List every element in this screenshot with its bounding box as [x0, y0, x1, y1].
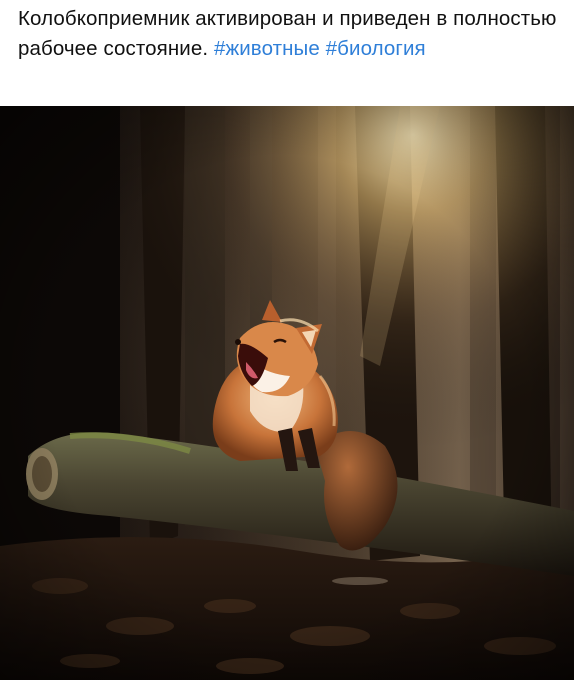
hashtag-animals[interactable]: #животные: [214, 37, 320, 60]
hashtag-biology[interactable]: #биология: [326, 37, 426, 60]
fox-photo-illustration: [0, 106, 574, 680]
post-card: Колобкоприемник активирован и приведен в…: [0, 0, 574, 680]
post-text: Колобкоприемник активирован и приведен в…: [18, 4, 558, 64]
post-photo[interactable]: [0, 106, 574, 680]
